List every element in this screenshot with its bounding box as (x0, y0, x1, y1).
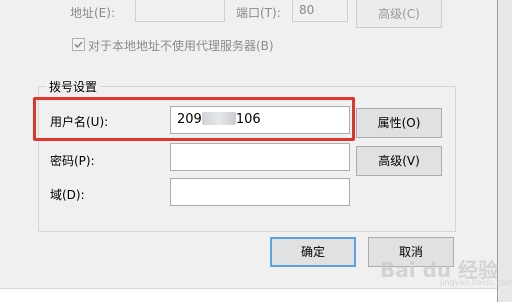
proxy-port-input[interactable]: 80 (292, 0, 348, 22)
checkmark-icon (74, 41, 83, 49)
highlight-box (33, 97, 355, 141)
proxy-advanced-button[interactable]: 高级(C) (356, 0, 442, 28)
bypass-local-checkbox[interactable] (72, 38, 85, 51)
dialup-advanced-button[interactable]: 高级(V) (356, 146, 442, 176)
password-input[interactable] (170, 143, 350, 171)
window-right-edge (497, 0, 512, 302)
proxy-address-label: 地址(E): (70, 6, 115, 20)
ok-button[interactable]: 确定 (270, 237, 356, 267)
domain-label: 域(D): (50, 188, 85, 202)
password-label: 密码(P): (50, 154, 95, 168)
properties-button[interactable]: 属性(O) (356, 108, 442, 138)
bypass-local-label: 对于本地地址不使用代理服务器(B) (88, 39, 274, 53)
proxy-address-input[interactable] (135, 0, 225, 22)
domain-input[interactable] (170, 178, 350, 206)
proxy-port-label: 端口(T): (236, 6, 281, 20)
dialup-group-title: 拨号设置 (46, 78, 101, 95)
window-bottom-strip (0, 288, 497, 302)
baidu-watermark-url: jingyan.baidu.com (440, 278, 512, 287)
